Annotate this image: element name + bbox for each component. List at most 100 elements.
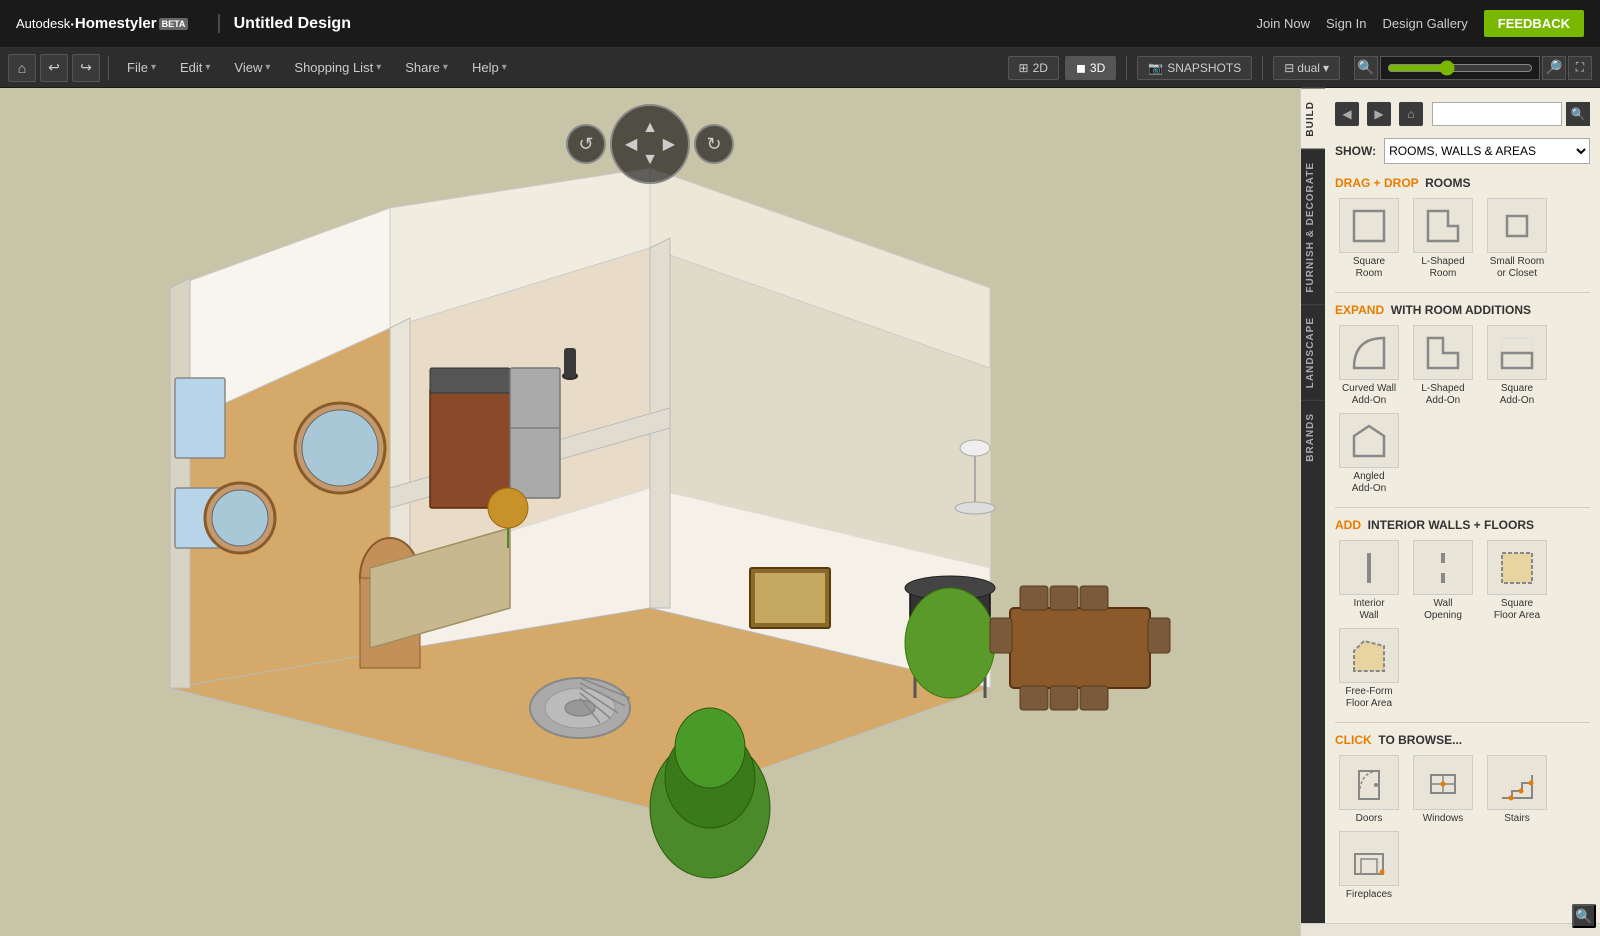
item-angled-addon[interactable]: AngledAdd-On	[1335, 413, 1403, 495]
menu-file[interactable]: File ▾	[117, 56, 166, 79]
rotate-right-button[interactable]: ↻	[694, 124, 734, 164]
view-2d-icon: ⊞	[1019, 61, 1029, 75]
item-fireplaces[interactable]: Fireplaces	[1335, 831, 1403, 901]
item-curved-wall[interactable]: Curved WallAdd-On	[1335, 325, 1403, 407]
expand-rooms-grid: Curved WallAdd-On L-ShapedAdd-On	[1335, 325, 1590, 495]
item-small-room[interactable]: Small Roomor Closet	[1483, 198, 1551, 280]
curved-wall-icon[interactable]	[1339, 325, 1399, 380]
doors-icon[interactable]	[1339, 755, 1399, 810]
tab-build[interactable]: BUILD	[1301, 88, 1325, 149]
show-label: SHOW:	[1335, 144, 1376, 158]
item-stairs[interactable]: Stairs	[1483, 755, 1551, 825]
menu-bar: ⌂ ↩ ↪ File ▾ Edit ▾ View ▾ Shopping List…	[0, 48, 1600, 88]
windows-label: Windows	[1423, 813, 1464, 825]
nav-right-button[interactable]: ▶	[663, 134, 675, 154]
sidebar-back-button[interactable]: ◀	[1335, 102, 1359, 126]
fullscreen-button[interactable]: ⛶	[1568, 56, 1592, 80]
view-3d-button[interactable]: ◼ 3D	[1065, 56, 1116, 80]
fireplaces-icon[interactable]	[1339, 831, 1399, 886]
sidebar-search: 🔍	[1432, 102, 1590, 126]
item-interior-wall[interactable]: InteriorWall	[1335, 540, 1403, 622]
right-sidebar: BUILD FURNISH & DECORATE LANDSCAPE BRAND…	[1300, 88, 1600, 936]
lshaped-addon-icon[interactable]	[1413, 325, 1473, 380]
zoom-slider[interactable]	[1387, 60, 1533, 76]
menu-edit[interactable]: Edit ▾	[170, 56, 220, 79]
tab-furnish[interactable]: FURNISH & DECORATE	[1301, 149, 1325, 305]
freeform-floor-icon[interactable]	[1339, 628, 1399, 683]
canvas-area[interactable]: ↺ ▲ ▼ ◀ ▶ ↻	[0, 88, 1300, 936]
feedback-button[interactable]: FEEDBACK	[1484, 10, 1584, 37]
stairs-icon[interactable]	[1487, 755, 1547, 810]
view-2d-button[interactable]: ⊞ 2D	[1008, 56, 1059, 80]
section-interior-header: ADD INTERIOR WALLS + FLOORS	[1335, 518, 1590, 532]
menu-help[interactable]: Help ▾	[462, 56, 517, 79]
undo-button[interactable]: ↩	[40, 54, 68, 82]
item-windows[interactable]: Windows	[1409, 755, 1477, 825]
item-square-room[interactable]: SquareRoom	[1335, 198, 1403, 280]
design-gallery-link[interactable]: Design Gallery	[1383, 16, 1468, 31]
view-separator	[1126, 56, 1127, 80]
tab-landscape[interactable]: LANDSCAPE	[1301, 304, 1325, 400]
zoom-out-button[interactable]: 🔍	[1354, 56, 1378, 80]
lshaped-room-label: L-ShapedRoom	[1421, 256, 1464, 280]
small-room-icon[interactable]	[1487, 198, 1547, 253]
item-square-floor[interactable]: SquareFloor Area	[1483, 540, 1551, 622]
interior-walls-grid: InteriorWall WallOpening	[1335, 540, 1590, 710]
nav-up-button[interactable]: ▲	[642, 119, 658, 137]
item-square-addon[interactable]: SquareAdd-On	[1483, 325, 1551, 407]
section-expand-header: EXPAND WITH ROOM ADDITIONS	[1335, 303, 1590, 317]
view-toggle-group: ⊞ 2D ◼ 3D 📷 SNAPSHOTS ⊟ dual ▾ 🔍 🔎 ⛶	[1008, 56, 1592, 80]
sidebar-main-content: ◀ ▶ ⌂ 🔍 SHOW: ROOMS, WALLS & AREAS FLOOR…	[1325, 88, 1600, 923]
square-room-icon[interactable]	[1339, 198, 1399, 253]
interior-wall-label: InteriorWall	[1353, 598, 1384, 622]
redo-button[interactable]: ↪	[72, 54, 100, 82]
dual-button[interactable]: ⊟ dual ▾	[1273, 56, 1340, 80]
sidebar-home-button[interactable]: ⌂	[1399, 102, 1423, 126]
tab-brands[interactable]: BRANDS	[1301, 400, 1325, 474]
divider-1	[1335, 292, 1590, 293]
sidebar-forward-button[interactable]: ▶	[1367, 102, 1391, 126]
sidebar-search-button[interactable]: 🔍	[1566, 102, 1590, 126]
interior-wall-icon[interactable]	[1339, 540, 1399, 595]
nav-down-button[interactable]: ▼	[642, 151, 658, 169]
menu-share[interactable]: Share ▾	[395, 56, 458, 79]
sign-in-link[interactable]: Sign In	[1326, 16, 1366, 31]
item-lshaped-room[interactable]: L-ShapedRoom	[1409, 198, 1477, 280]
snapshots-button[interactable]: 📷 SNAPSHOTS	[1137, 56, 1252, 80]
sidebar-tabs-container: BUILD FURNISH & DECORATE LANDSCAPE BRAND…	[1301, 88, 1600, 923]
windows-icon[interactable]	[1413, 755, 1473, 810]
zoom-in-button[interactable]: 🔎	[1542, 56, 1566, 80]
rotate-left-button[interactable]: ↺	[566, 124, 606, 164]
item-freeform-floor[interactable]: Free-FormFloor Area	[1335, 628, 1403, 710]
item-doors[interactable]: Doors	[1335, 755, 1403, 825]
lshaped-room-icon[interactable]	[1413, 198, 1473, 253]
top-right-nav: Join Now Sign In Design Gallery FEEDBACK	[1257, 10, 1584, 37]
browse-items-grid: Doors Windows	[1335, 755, 1590, 901]
doors-label: Doors	[1356, 813, 1383, 825]
nav-circle: ▲ ▼ ◀ ▶	[610, 104, 690, 184]
zoom-slider-container	[1380, 56, 1540, 80]
menu-separator-1	[108, 56, 109, 80]
home-icon-button[interactable]: ⌂	[8, 54, 36, 82]
wall-opening-icon[interactable]	[1413, 540, 1473, 595]
item-wall-opening[interactable]: WallOpening	[1409, 540, 1477, 622]
section-drag-drop-header: DRAG + DROP ROOMS	[1335, 176, 1590, 190]
page-title: Untitled Design	[234, 15, 351, 33]
menu-shopping-list[interactable]: Shopping List ▾	[284, 56, 391, 79]
item-lshaped-addon[interactable]: L-ShapedAdd-On	[1409, 325, 1477, 407]
join-now-link[interactable]: Join Now	[1257, 16, 1310, 31]
show-select[interactable]: ROOMS, WALLS & AREAS FLOOR PLAN ALL	[1384, 138, 1590, 164]
sidebar-header: ◀ ▶ ⌂ 🔍	[1335, 98, 1590, 130]
title-separator: |	[216, 12, 221, 35]
square-floor-icon[interactable]	[1487, 540, 1547, 595]
nav-left-button[interactable]: ◀	[625, 134, 637, 154]
small-room-label: Small Roomor Closet	[1490, 256, 1544, 280]
square-addon-icon[interactable]	[1487, 325, 1547, 380]
angled-addon-icon[interactable]	[1339, 413, 1399, 468]
sidebar-magnifier-button[interactable]: 🔍	[1572, 904, 1596, 928]
menu-view[interactable]: View ▾	[224, 56, 280, 79]
sidebar-search-input[interactable]	[1432, 102, 1562, 126]
snapshots-separator	[1262, 56, 1263, 80]
main-content: ↺ ▲ ▼ ◀ ▶ ↻	[0, 88, 1600, 936]
square-room-label: SquareRoom	[1353, 256, 1385, 280]
